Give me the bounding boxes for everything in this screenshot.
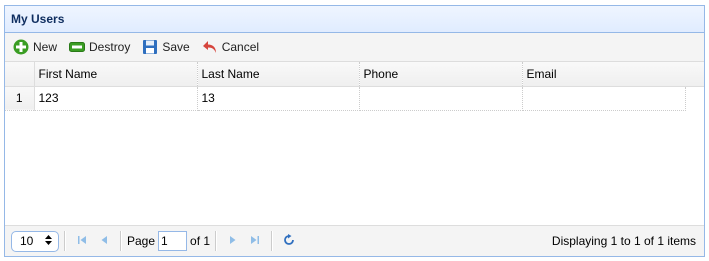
pagination-info: Displaying 1 to 1 of 1 items — [551, 234, 696, 248]
cancel-button[interactable]: Cancel — [198, 36, 263, 58]
column-header-phone[interactable]: Phone — [359, 62, 523, 87]
cell-email[interactable] — [522, 86, 686, 111]
page-label: Page — [127, 234, 156, 248]
panel-title: My Users — [11, 12, 65, 26]
refresh-icon — [283, 233, 295, 249]
row-number: 1 — [5, 86, 35, 111]
separator — [215, 231, 218, 251]
save-button-label: Save — [162, 40, 190, 54]
rownum-header — [5, 62, 35, 87]
table-row[interactable]: 1 123 13 — [5, 86, 686, 111]
toolbar: New Destroy Save Cancel — [5, 33, 704, 62]
save-button[interactable]: Save — [138, 36, 193, 58]
cell-last-name[interactable]: 13 — [197, 86, 360, 111]
cell-first-name[interactable]: 123 — [34, 86, 198, 111]
select-arrows-icon — [45, 234, 52, 248]
destroy-button-label: Destroy — [89, 40, 131, 54]
column-header-last-name[interactable]: Last Name — [197, 62, 360, 87]
cell-phone[interactable] — [359, 86, 523, 111]
page-count-label: of 1 — [190, 234, 211, 248]
panel-header: My Users — [5, 6, 704, 33]
floppy-disk-icon — [142, 39, 158, 55]
first-page-icon — [77, 234, 87, 248]
column-header-first-name[interactable]: First Name — [34, 62, 198, 87]
new-button-label: New — [33, 40, 58, 54]
separator — [120, 231, 122, 251]
next-page-button[interactable] — [222, 230, 244, 252]
minus-icon — [69, 39, 86, 55]
separator — [271, 231, 274, 251]
users-table: First Name Last Name Phone Email 1 123 1… — [5, 62, 686, 111]
last-page-button[interactable] — [244, 230, 266, 252]
pagination-bar: 10 Page of 1 — [5, 225, 704, 256]
page-size-select[interactable]: 10 — [11, 230, 59, 252]
page-size-value: 10 — [20, 234, 34, 248]
table-header-row: First Name Last Name Phone Email — [5, 62, 686, 87]
page-number-input[interactable] — [158, 231, 188, 251]
cancel-button-label: Cancel — [221, 40, 260, 54]
column-header-email[interactable]: Email — [522, 62, 686, 87]
last-page-icon — [250, 234, 260, 248]
separator — [64, 231, 66, 251]
new-button[interactable]: New — [9, 36, 61, 58]
previous-page-button[interactable] — [93, 230, 115, 252]
previous-page-icon — [99, 234, 109, 248]
header-filler — [685, 62, 704, 87]
next-page-icon — [228, 234, 238, 248]
destroy-button[interactable]: Destroy — [65, 36, 134, 58]
undo-arrow-icon — [202, 39, 218, 55]
data-grid: First Name Last Name Phone Email 1 123 1… — [5, 62, 704, 223]
first-page-button[interactable] — [71, 230, 93, 252]
refresh-button[interactable] — [278, 230, 300, 252]
users-panel: My Users New Destroy Save Cancel First N… — [4, 5, 705, 257]
plus-icon — [13, 39, 29, 55]
